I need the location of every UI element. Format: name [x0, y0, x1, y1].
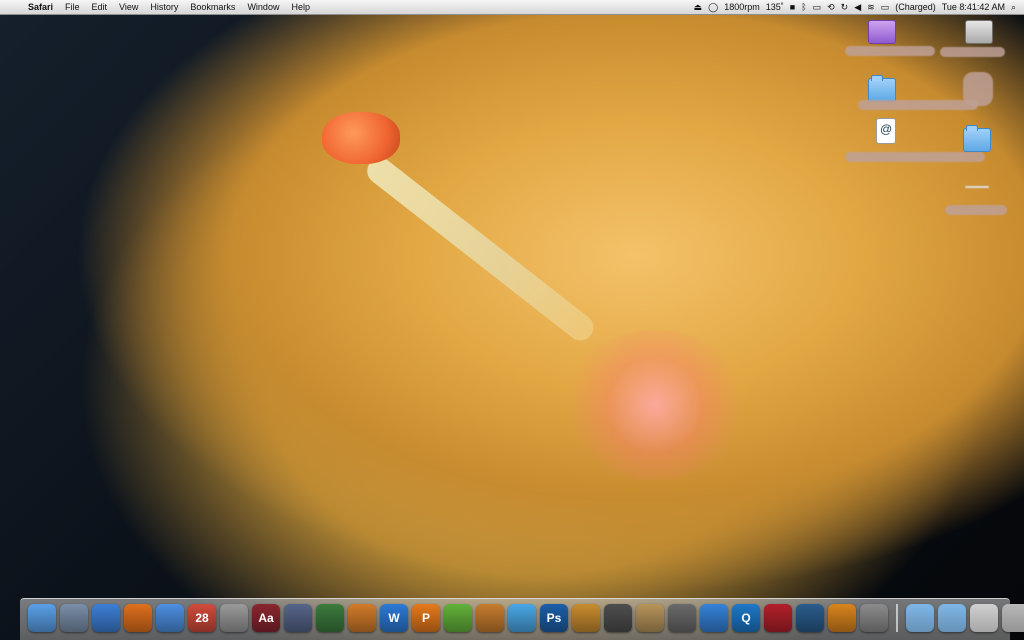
eject-icon[interactable]: ⏏ [694, 0, 703, 14]
dock-trash-icon[interactable] [1002, 604, 1024, 632]
dock-photobooth-icon[interactable] [604, 604, 632, 632]
dock-ichat-icon[interactable] [156, 604, 184, 632]
sync-icon[interactable]: ↻ [841, 0, 849, 14]
dock-quicktime-icon[interactable]: Q [732, 604, 760, 632]
dock-stack-icon[interactable] [970, 604, 998, 632]
bluetooth-icon[interactable]: ᛒ [801, 0, 806, 14]
desktop-label-redacted [940, 47, 1005, 57]
battery-status[interactable]: (Charged) [895, 0, 936, 14]
dock-charts-icon[interactable] [316, 604, 344, 632]
internet-location-file-icon[interactable] [876, 118, 896, 144]
flower-center [560, 330, 750, 480]
flower-stamen [361, 152, 599, 346]
dock-firefox-icon[interactable] [124, 604, 152, 632]
menu-view[interactable]: View [113, 2, 144, 12]
dock-documents-folder-icon[interactable] [906, 604, 934, 632]
menu-edit[interactable]: Edit [86, 2, 114, 12]
stop-icon[interactable]: ■ [790, 0, 795, 14]
dock-calculator-icon[interactable] [220, 604, 248, 632]
menu-bar: Safari File Edit View History Bookmarks … [0, 0, 1024, 15]
folder-icon[interactable] [868, 75, 896, 102]
dock-word-icon[interactable]: W [380, 604, 408, 632]
desktop-label-redacted [845, 46, 935, 56]
menu-extras: ⏏ ◯ 1800rpm 135˚ ■ ᛒ ▭ ⟲ ↻ ◀ ≋ ▭ (Charge… [694, 0, 1024, 14]
flower-stigma [322, 112, 400, 164]
dock-iphoto-icon[interactable] [572, 604, 600, 632]
wifi-icon[interactable]: ≋ [867, 0, 875, 14]
dock-safari-icon[interactable] [92, 604, 120, 632]
volume-icon[interactable]: ◀ [854, 0, 861, 14]
menu-bookmarks[interactable]: Bookmarks [184, 2, 241, 12]
menu-window[interactable]: Window [241, 2, 285, 12]
battery-icon[interactable]: ▭ [881, 0, 890, 14]
menu-file[interactable]: File [59, 2, 86, 12]
chat-bubble-icon[interactable]: ◯ [708, 0, 718, 14]
dock: 28 Aa W P Ps Q [20, 598, 1024, 640]
dock-applications-folder-icon[interactable] [938, 604, 966, 632]
dock-preview-bird-icon[interactable] [60, 604, 88, 632]
folder-icon[interactable] [963, 125, 991, 152]
dock-imovie-icon[interactable] [668, 604, 696, 632]
dock-dictionary-icon[interactable]: Aa [252, 604, 280, 632]
menu-help[interactable]: Help [285, 2, 316, 12]
dock-photobooth-red-icon[interactable] [764, 604, 792, 632]
fan-speed[interactable]: 1800rpm [724, 0, 760, 14]
dock-systemprefs-icon[interactable] [860, 604, 888, 632]
hard-drive-icon[interactable] [965, 20, 993, 44]
desktop-label-redacted [963, 72, 993, 106]
dock-garageband-icon[interactable] [476, 604, 504, 632]
dock-globe-icon[interactable] [828, 604, 856, 632]
desktop-divider [965, 186, 989, 188]
display-icon[interactable]: ▭ [813, 0, 822, 14]
dock-photoshop-icon[interactable]: Ps [540, 604, 568, 632]
app-menu[interactable]: Safari [22, 2, 59, 12]
dock-messenger-icon[interactable] [444, 604, 472, 632]
time-machine-icon[interactable]: ⟲ [827, 0, 835, 14]
dock-timemachine-icon[interactable] [796, 604, 824, 632]
dock-separator [896, 604, 898, 632]
dock-itunes-icon[interactable] [508, 604, 536, 632]
temperature[interactable]: 135˚ [766, 0, 784, 14]
dock-scripteditor-icon[interactable] [284, 604, 312, 632]
desktop-label-redacted [858, 100, 978, 110]
dock-keynote-icon[interactable] [348, 604, 376, 632]
dock-powerpoint-icon[interactable]: P [412, 604, 440, 632]
dock-clapper-icon[interactable] [700, 604, 728, 632]
spotlight-icon[interactable]: ⌕ [1011, 0, 1016, 14]
desktop-label-redacted [945, 205, 1007, 215]
dock-preview-icon[interactable] [636, 604, 664, 632]
menu-history[interactable]: History [144, 2, 184, 12]
dock-finder-icon[interactable] [28, 604, 56, 632]
dock-ical-icon[interactable]: 28 [188, 604, 216, 632]
desktop-label-redacted [845, 152, 985, 162]
menu-clock[interactable]: Tue 8:41:42 AM [942, 0, 1005, 14]
disk-image-icon[interactable] [868, 20, 896, 44]
